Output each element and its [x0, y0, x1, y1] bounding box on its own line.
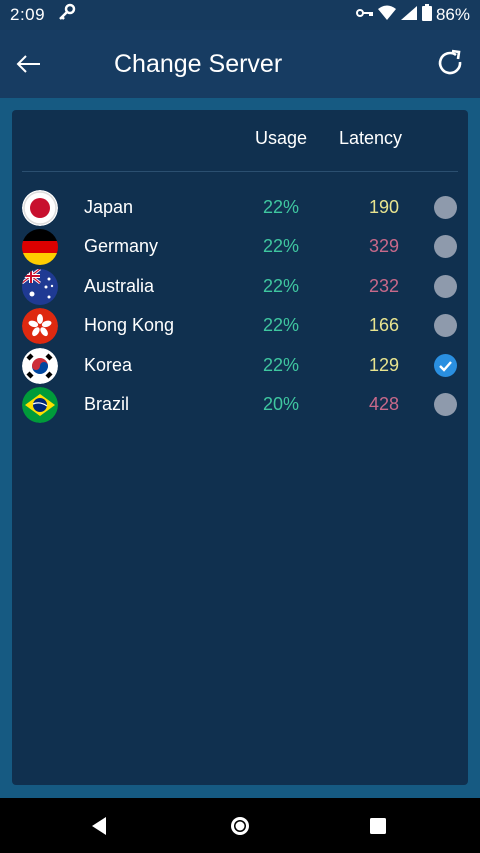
usage-header: Usage — [255, 128, 308, 148]
system-navigation-bar — [0, 798, 480, 853]
server-radio[interactable] — [434, 196, 457, 219]
nav-recents-button[interactable] — [364, 812, 392, 840]
country-name: Australia — [84, 276, 155, 296]
server-row-germany[interactable]: Germany 22% 329 — [0, 227, 480, 267]
server-radio[interactable] — [434, 393, 457, 416]
signal-icon — [400, 5, 418, 26]
usage-value: 22% — [263, 197, 300, 217]
refresh-icon — [438, 49, 462, 75]
latency-header: Latency — [339, 128, 403, 148]
back-button[interactable] — [12, 48, 44, 80]
usage-value: 22% — [263, 236, 300, 256]
server-row-japan[interactable]: Japan 22% 190 — [0, 188, 480, 228]
server-row-australia[interactable]: Australia 22% 232 — [0, 267, 480, 307]
usage-value: 20% — [263, 394, 300, 414]
usage-value: 22% — [263, 315, 300, 335]
country-name: Korea — [84, 355, 133, 375]
korea-flag-icon — [22, 348, 58, 384]
server-radio-selected[interactable] — [434, 354, 457, 377]
country-name: Brazil — [84, 394, 130, 414]
battery-icon — [421, 4, 432, 26]
latency-value: 190 — [369, 197, 400, 217]
latency-value: 428 — [369, 394, 400, 414]
japan-flag-icon — [22, 190, 58, 226]
header-divider — [22, 171, 458, 172]
status-time: 2:09 — [10, 5, 46, 24]
nav-back-button[interactable] — [86, 812, 114, 840]
nav-home-button[interactable] — [226, 812, 254, 840]
country-name: Japan — [84, 197, 134, 217]
circle-home-icon — [231, 817, 249, 835]
hong-kong-flag-icon — [22, 308, 58, 344]
page-title: Change Server — [114, 50, 283, 78]
server-radio[interactable] — [434, 275, 457, 298]
server-row-hong-kong[interactable]: Hong Kong 22% 166 — [0, 306, 480, 346]
arrow-left-icon — [16, 55, 40, 73]
usage-value: 22% — [263, 355, 300, 375]
brazil-flag-icon — [22, 387, 58, 423]
country-name: Hong Kong — [84, 315, 175, 335]
square-recents-icon — [370, 818, 386, 834]
status-icons: 86% — [355, 4, 470, 26]
latency-value: 129 — [369, 355, 400, 375]
battery-percent: 86% — [435, 5, 470, 24]
app-bar: Change Server — [0, 30, 480, 98]
latency-value: 232 — [369, 276, 400, 296]
key-icon — [57, 3, 77, 28]
usage-value: 22% — [263, 276, 300, 296]
check-icon — [439, 361, 452, 372]
server-radio[interactable] — [434, 235, 457, 258]
country-name: Germany — [84, 236, 159, 256]
latency-value: 166 — [369, 315, 400, 335]
server-radio[interactable] — [434, 314, 457, 337]
server-row-brazil[interactable]: Brazil 20% 428 — [0, 385, 480, 425]
vpn-key-icon — [355, 5, 374, 25]
latency-value: 329 — [369, 236, 400, 256]
status-bar: 2:09 86% — [0, 0, 480, 30]
germany-flag-icon — [22, 229, 58, 265]
triangle-back-icon — [92, 817, 106, 835]
wifi-icon — [377, 5, 396, 26]
australia-flag-icon — [22, 269, 58, 305]
table-header: Usage Latency — [0, 128, 480, 154]
refresh-button[interactable] — [434, 47, 466, 79]
server-row-korea[interactable]: Korea 22% 129 — [0, 346, 480, 386]
